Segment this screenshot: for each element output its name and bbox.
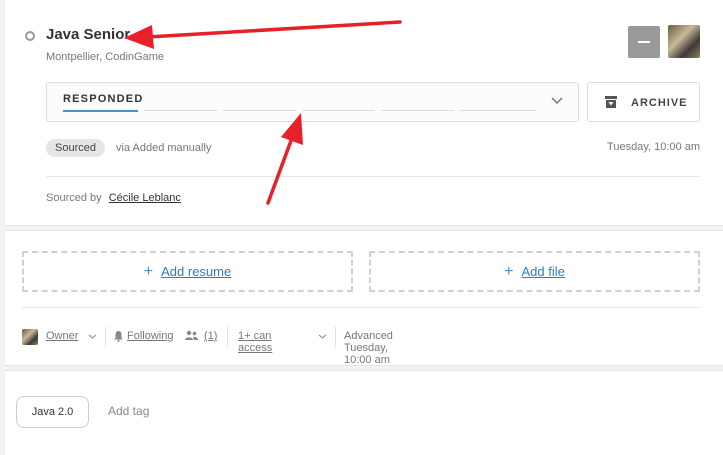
separator <box>105 327 106 347</box>
candidate-name[interactable]: Java Senior <box>46 26 130 43</box>
stage-dropdown[interactable]: RESPONDED <box>46 82 579 122</box>
add-file-dropzone[interactable]: + Add file <box>369 251 700 292</box>
chevron-down-icon[interactable] <box>88 332 97 341</box>
collaborator-avatar-placeholder[interactable] <box>628 26 660 58</box>
bell-icon <box>114 331 123 342</box>
sourced-by-row: Sourced by Cécile Leblanc <box>46 192 181 204</box>
plus-icon: + <box>143 263 154 280</box>
owner-avatar <box>22 329 38 345</box>
stage-segment <box>223 110 296 111</box>
chevron-down-icon[interactable] <box>550 94 564 108</box>
chevron-down-icon[interactable] <box>318 332 327 341</box>
sourced-by-label: Sourced by <box>46 192 102 204</box>
source-via-text: via Added manually <box>116 142 212 154</box>
stage-segment-active <box>63 110 138 112</box>
stage-segment <box>144 110 217 111</box>
divider <box>22 307 700 308</box>
source-timestamp: Tuesday, 10:00 am <box>607 141 700 153</box>
add-tag-input[interactable]: Add tag <box>108 404 149 418</box>
separator <box>335 327 336 347</box>
tags-card: Java 2.0 Add tag <box>5 370 723 455</box>
candidate-location-company: Montpellier, CodinGame <box>46 51 165 63</box>
separator <box>227 327 228 347</box>
status-indicator-icon <box>25 31 35 41</box>
candidate-header-card: Java Senior Montpellier, CodinGame RESPO… <box>5 0 723 226</box>
people-icon <box>185 330 198 340</box>
sourced-by-name-link[interactable]: Cécile Leblanc <box>109 192 181 204</box>
divider <box>46 176 700 177</box>
owner-dropdown[interactable]: Owner <box>46 330 78 342</box>
add-resume-dropzone[interactable]: + Add resume <box>22 251 353 292</box>
access-dropdown[interactable]: 1+ can access <box>238 330 272 354</box>
stage-segment <box>381 110 454 111</box>
source-badge: Sourced <box>46 139 105 157</box>
archive-button[interactable]: ARCHIVE <box>587 82 700 122</box>
attachments-card: + Add resume + Add file Owner Following (1… <box>5 230 723 366</box>
stage-segment <box>460 110 536 111</box>
stage-segment <box>302 110 375 111</box>
followers-count-link[interactable]: (1) <box>204 330 217 342</box>
add-resume-link[interactable]: Add resume <box>161 264 231 279</box>
archive-icon <box>605 96 617 108</box>
advanced-text: Advanced Tuesday, 10:00 am <box>344 330 393 366</box>
collaborator-avatar[interactable] <box>668 25 700 58</box>
tag-chip[interactable]: Java 2.0 <box>16 396 89 428</box>
following-toggle[interactable]: Following <box>127 330 173 342</box>
stage-label: RESPONDED <box>63 93 144 105</box>
archive-button-label: ARCHIVE <box>631 97 688 109</box>
add-file-link[interactable]: Add file <box>521 264 564 279</box>
plus-icon: + <box>504 263 514 280</box>
